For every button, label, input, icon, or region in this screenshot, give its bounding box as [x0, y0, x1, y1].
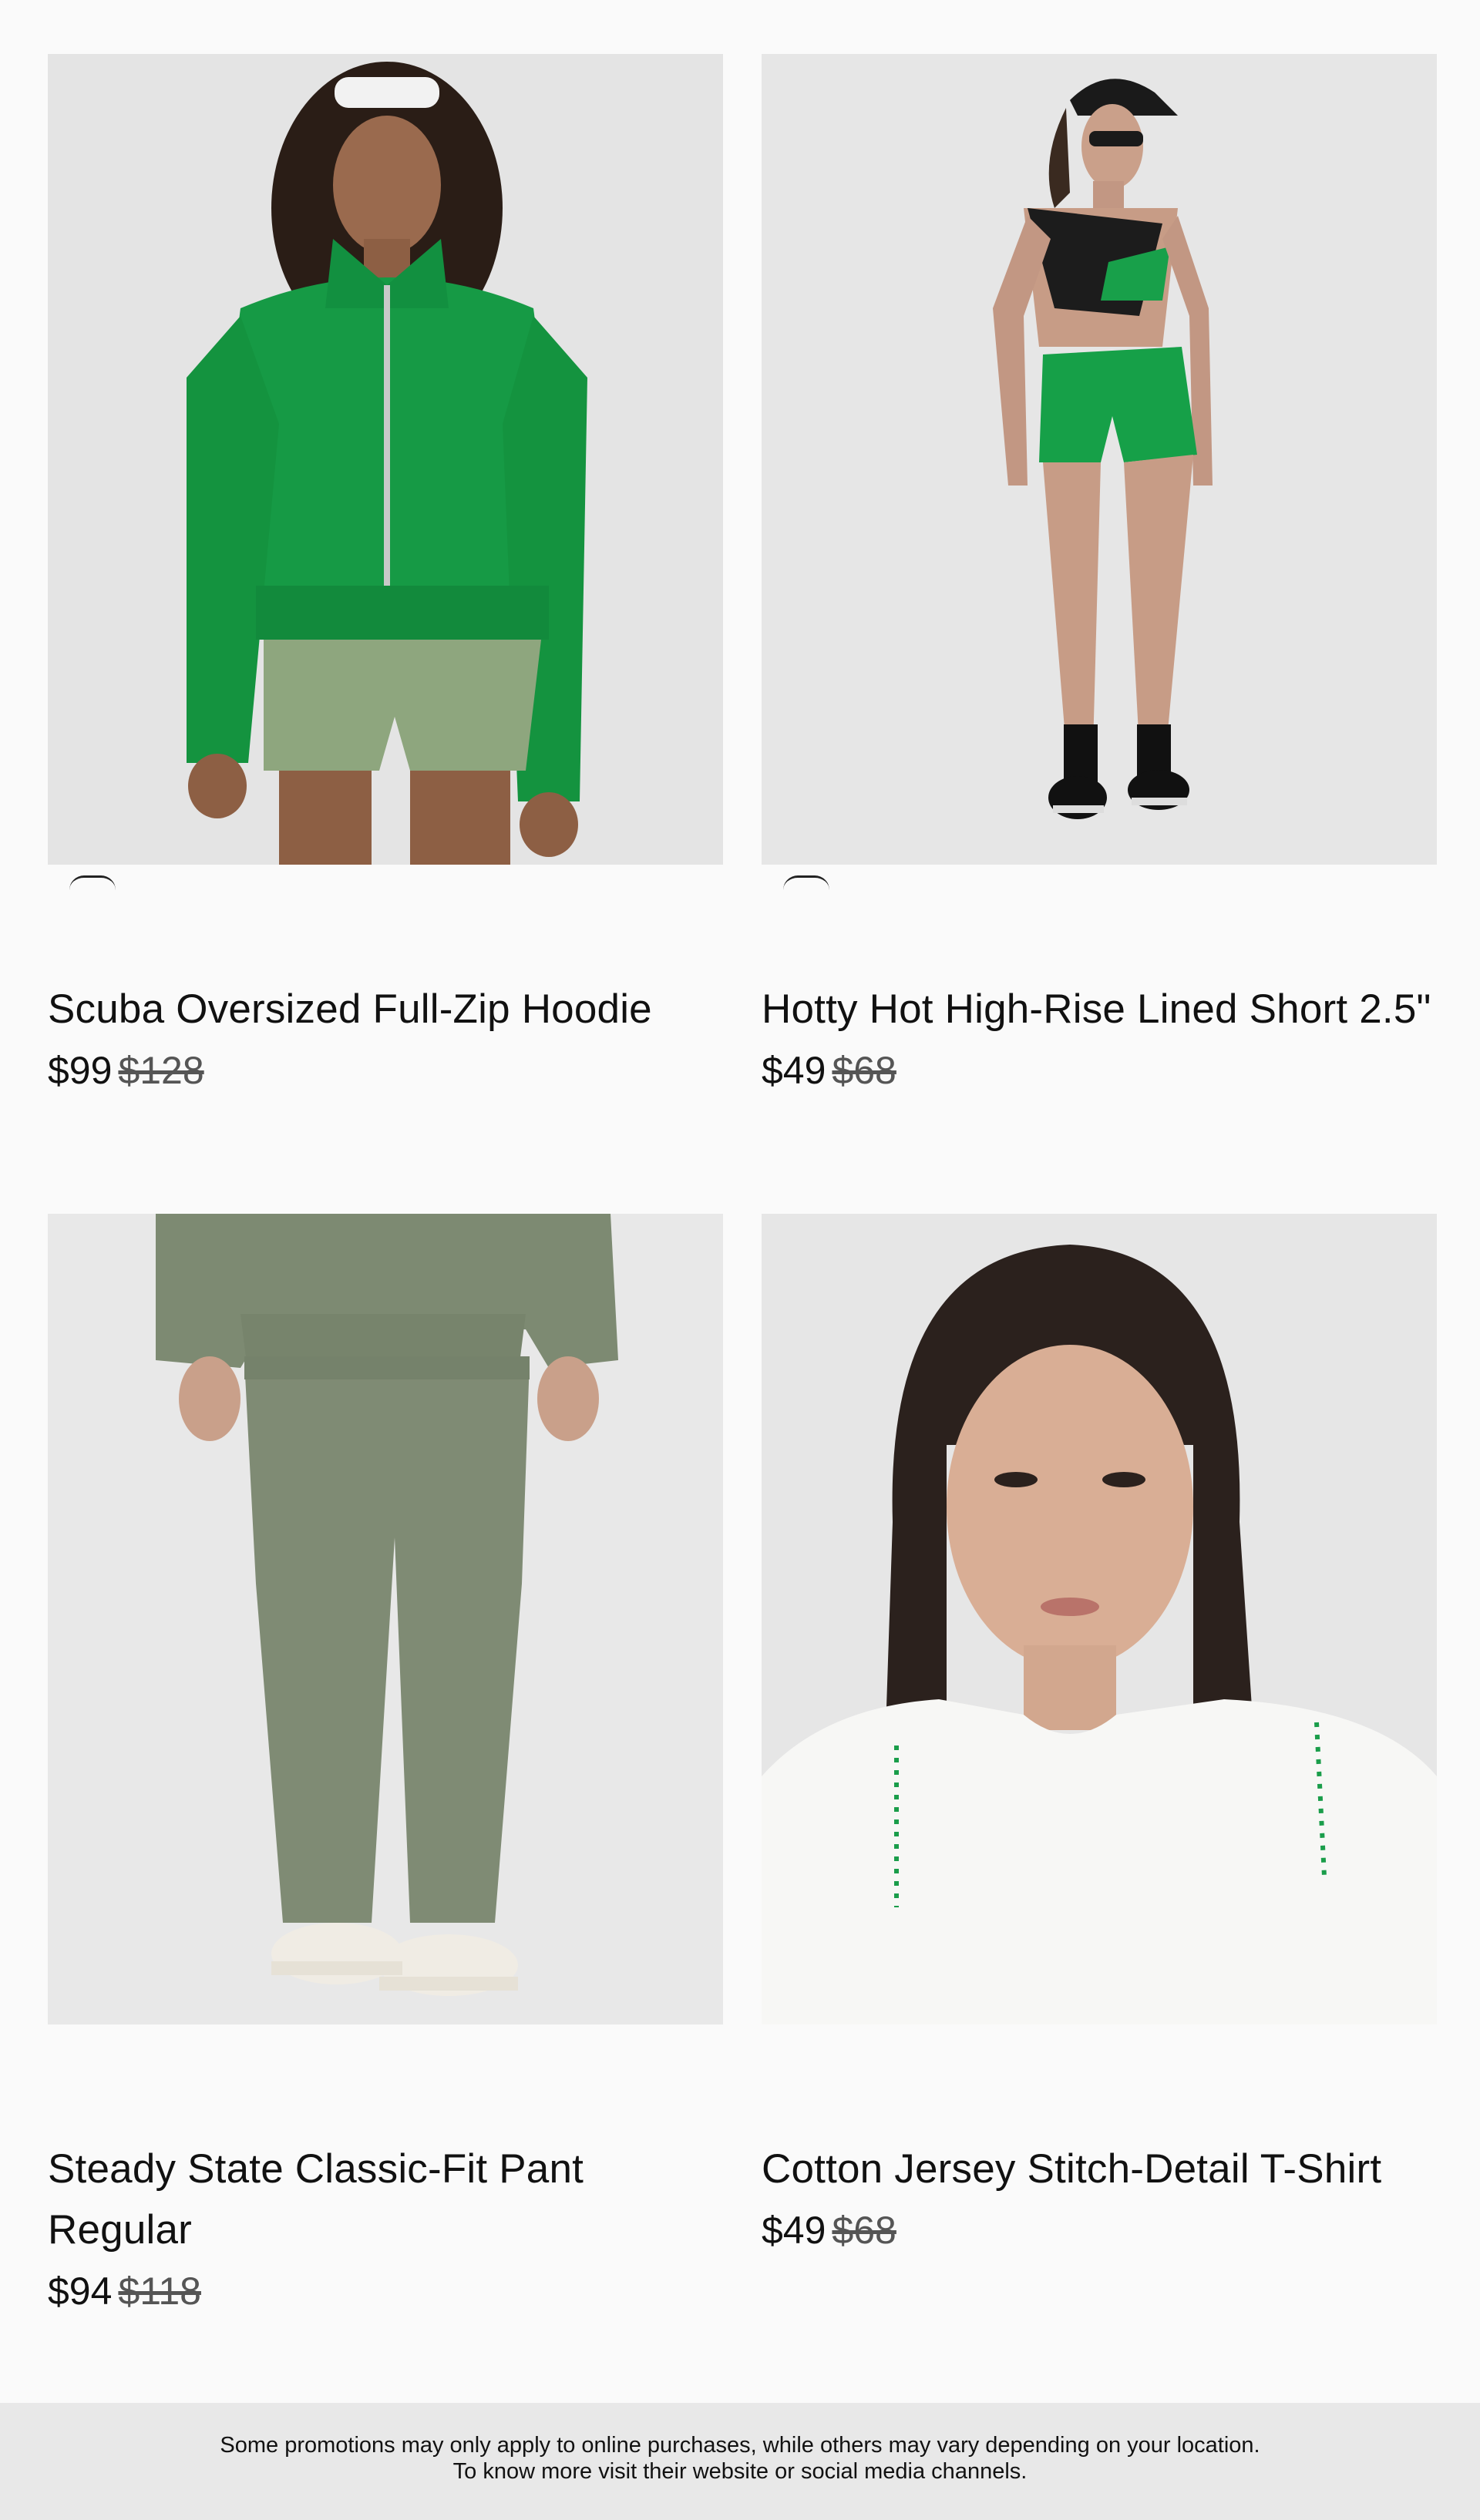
product-title[interactable]: Scuba Oversized Full-Zip Hoodie: [48, 979, 723, 1040]
product-price: $49 $68: [762, 2199, 1437, 2261]
product-image-pants[interactable]: [48, 1214, 723, 2024]
promotion-disclaimer: Some promotions may only apply to online…: [0, 2403, 1480, 2520]
product-card[interactable]: Steady State Classic-Fit Pant Regular $9…: [48, 1214, 723, 2313]
product-card[interactable]: Scuba Oversized Full-Zip Hoodie $99 $128: [48, 54, 723, 1092]
original-price: $128: [118, 1049, 204, 1092]
product-price: $49 $68: [762, 1040, 1437, 1101]
product-price: $94 $118: [48, 2260, 723, 2322]
model-green-shorts-image: [762, 54, 1437, 865]
color-swatch-indicator[interactable]: [783, 875, 829, 890]
sale-price: $49: [762, 1049, 826, 1092]
product-info: Cotton Jersey Stitch-Detail T-Shirt $49 $…: [762, 2139, 1437, 2261]
product-image-shorts[interactable]: [762, 54, 1437, 865]
product-info: Scuba Oversized Full-Zip Hoodie $99 $128: [48, 979, 723, 1101]
sale-price: $94: [48, 2270, 113, 2313]
original-price: $118: [118, 2270, 201, 2313]
product-title[interactable]: Steady State Classic-Fit Pant Regular: [48, 2139, 723, 2260]
model-white-tshirt-image: [762, 1214, 1437, 2024]
sale-price: $49: [762, 2209, 826, 2252]
product-image-hoodie[interactable]: [48, 54, 723, 865]
product-card[interactable]: Hotty Hot High-Rise Lined Short 2.5" $49…: [762, 54, 1437, 1092]
product-title[interactable]: Hotty Hot High-Rise Lined Short 2.5": [762, 979, 1437, 1040]
product-title[interactable]: Cotton Jersey Stitch-Detail T-Shirt: [762, 2139, 1437, 2199]
model-green-hoodie-image: [48, 54, 723, 865]
original-price: $68: [832, 1049, 896, 1092]
disclaimer-line-2: To know more visit their website or soci…: [452, 2459, 1028, 2484]
product-info: Hotty Hot High-Rise Lined Short 2.5" $49…: [762, 979, 1437, 1101]
product-card[interactable]: Cotton Jersey Stitch-Detail T-Shirt $49 $…: [762, 1214, 1437, 2252]
disclaimer-line-1: Some promotions may only apply to online…: [220, 2433, 1260, 2458]
original-price: $68: [832, 2209, 896, 2252]
model-sage-pants-image: [48, 1214, 723, 2024]
color-swatch-indicator[interactable]: [69, 875, 116, 890]
product-grid-page: Scuba Oversized Full-Zip Hoodie $99$128: [0, 0, 1480, 2520]
product-image-tshirt[interactable]: [762, 1214, 1437, 2024]
sale-price: $99: [48, 1049, 113, 1092]
product-info: Steady State Classic-Fit Pant Regular $9…: [48, 2139, 723, 2322]
product-price: $99 $128: [48, 1040, 723, 1101]
